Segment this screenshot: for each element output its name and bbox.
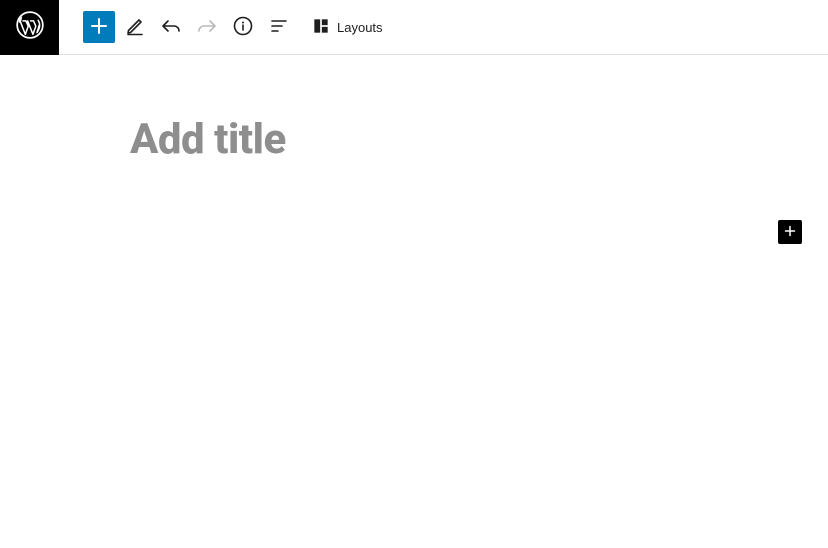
wordpress-logo-button[interactable] [0,0,59,55]
wordpress-icon [16,11,44,43]
layouts-button[interactable]: Layouts [303,11,391,43]
add-block-button[interactable] [83,11,115,43]
toolbar-button-group: Layouts [59,11,391,43]
layouts-icon [311,16,331,39]
editor-canvas [0,55,828,164]
redo-icon [195,14,219,41]
pencil-icon [123,14,147,41]
undo-icon [159,14,183,41]
undo-button[interactable] [155,11,187,43]
redo-button[interactable] [191,11,223,43]
edit-tools-button[interactable] [119,11,151,43]
plus-icon [87,14,111,41]
info-icon [231,14,255,41]
document-outline-button[interactable] [263,11,295,43]
outline-icon [267,14,291,41]
document-info-button[interactable] [227,11,259,43]
layouts-label: Layouts [337,20,383,35]
plus-icon [781,222,799,243]
add-block-inline-button[interactable] [778,220,802,244]
editor-toolbar: Layouts [0,0,828,55]
post-title-input[interactable] [130,115,698,164]
